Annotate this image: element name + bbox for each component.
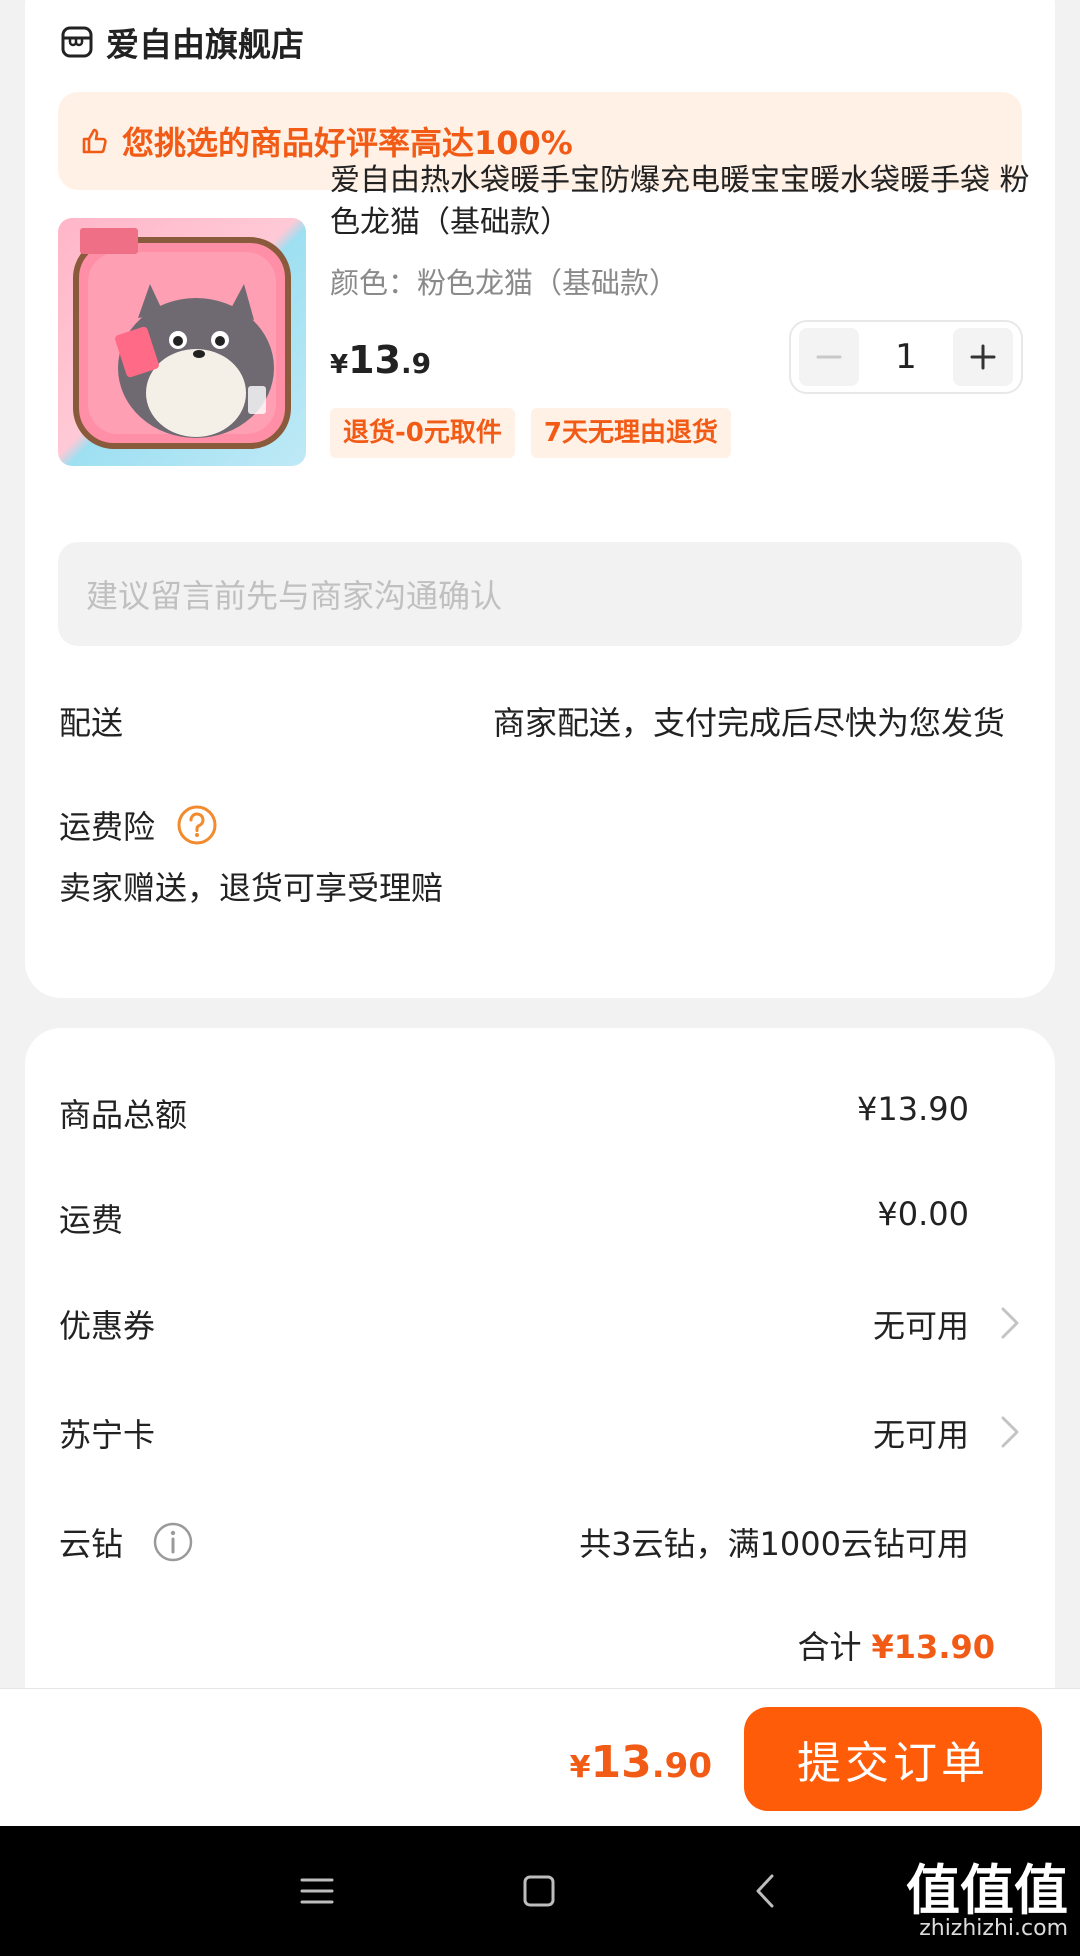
store-icon bbox=[61, 26, 93, 58]
decrease-button[interactable] bbox=[799, 328, 859, 386]
summary-value: ¥13.90 bbox=[857, 1090, 969, 1128]
summary-label: 运费 bbox=[59, 1201, 124, 1239]
chevron-right-icon bbox=[1001, 1307, 1019, 1339]
total-value: ¥13.90 bbox=[871, 1628, 995, 1666]
shipping-insurance-row: 运费险 bbox=[59, 802, 219, 848]
store-header[interactable]: 爱自由旗舰店 bbox=[60, 18, 304, 66]
store-name: 爱自由旗舰店 bbox=[106, 25, 304, 64]
product-spec[interactable]: 颜色：粉色龙猫（基础款） bbox=[330, 260, 678, 302]
shipping-insurance-desc: 卖家赠送，退货可享受理赔 bbox=[59, 869, 444, 907]
menu-icon[interactable] bbox=[290, 1864, 344, 1918]
product-price-dec: .9 bbox=[400, 347, 432, 380]
shipping-insurance-label: 运费险 bbox=[59, 808, 156, 846]
banner-text: 您挑选的商品好评率高达100% bbox=[122, 124, 573, 162]
delivery-value: 商家配送，支付完成后尽快为您发货 bbox=[492, 704, 1005, 742]
summary-value: 无可用 bbox=[872, 1416, 969, 1454]
product-price-int: 13 bbox=[348, 338, 401, 382]
home-icon[interactable] bbox=[512, 1864, 566, 1918]
quantity-stepper[interactable]: 1 bbox=[789, 320, 1023, 394]
checkout-price-symbol: ¥ bbox=[569, 1750, 591, 1785]
summary-label: 云钻 bbox=[59, 1525, 124, 1563]
back-icon[interactable] bbox=[740, 1864, 794, 1918]
checkout-bar: ¥13.90 提交订单 bbox=[0, 1688, 1080, 1826]
product-card: 爱自由旗舰店 您挑选的商品好评率高达100% 爱自由热水袋暖手宝防爆充电暖宝宝暖… bbox=[25, 0, 1055, 998]
chevron-right-icon bbox=[1001, 1416, 1019, 1448]
summary-label: 优惠券 bbox=[59, 1307, 156, 1345]
help-icon[interactable] bbox=[175, 803, 219, 847]
info-icon[interactable] bbox=[151, 1520, 195, 1564]
submit-order-button[interactable]: 提交订单 bbox=[744, 1707, 1042, 1811]
summary-value: 共3云钻，满1000云钻可用 bbox=[579, 1525, 969, 1563]
service-tag-return-pickup: 退货-0元取件 bbox=[330, 408, 515, 458]
message-input[interactable]: 建议留言前先与商家沟通确认 bbox=[58, 542, 1022, 646]
hot-water-bag-illustration bbox=[73, 237, 291, 449]
summary-row-coupon[interactable]: 优惠券 无可用 bbox=[59, 1301, 1029, 1351]
thumbs-up-icon bbox=[82, 128, 107, 154]
order-total: 合计 ¥13.90 bbox=[798, 1622, 996, 1668]
summary-label: 商品总额 bbox=[59, 1096, 188, 1134]
quantity-value[interactable]: 1 bbox=[895, 337, 917, 377]
delivery-label: 配送 bbox=[59, 704, 124, 742]
summary-row-suning-card[interactable]: 苏宁卡 无可用 bbox=[59, 1410, 1029, 1460]
product-image[interactable] bbox=[58, 218, 306, 466]
total-label: 合计 bbox=[797, 1628, 862, 1666]
increase-button[interactable] bbox=[952, 328, 1013, 386]
watermark-url: zhizhizhi.com bbox=[919, 1916, 1068, 1941]
checkout-price: ¥13.90 bbox=[570, 1737, 712, 1788]
watermark-logo: 值值值 bbox=[906, 1859, 1068, 1922]
plus-icon bbox=[970, 344, 996, 370]
summary-label: 苏宁卡 bbox=[59, 1416, 156, 1454]
checkout-price-dec: .90 bbox=[651, 1746, 712, 1786]
summary-row-shipping: 运费 ¥0.00 bbox=[59, 1195, 1029, 1245]
product-image-tag bbox=[80, 228, 138, 254]
summary-row-goods-total: 商品总额 ¥13.90 bbox=[59, 1090, 1029, 1140]
summary-label-with-icon: 云钻 bbox=[59, 1519, 195, 1565]
checkout-price-int: 13 bbox=[590, 1737, 652, 1788]
product-price-symbol: ¥ bbox=[330, 350, 349, 380]
system-nav-bar: 值值值 zhizhizhi.com bbox=[0, 1826, 1080, 1956]
minus-icon bbox=[816, 355, 842, 359]
order-confirm-page: 爱自由旗舰店 您挑选的商品好评率高达100% 爱自由热水袋暖手宝防爆充电暖宝宝暖… bbox=[0, 0, 1080, 1956]
summary-row-cloud-diamond: 云钻 共3云钻，满1000云钻可用 bbox=[59, 1519, 1029, 1569]
summary-value: 无可用 bbox=[872, 1307, 969, 1345]
product-title[interactable]: 爱自由热水袋暖手宝防爆充电暖宝宝暖水袋暖手袋 粉色龙猫（基础款） bbox=[330, 160, 1030, 244]
summary-value: ¥0.00 bbox=[877, 1195, 969, 1233]
service-tags: 退货-0元取件 7天无理由退货 bbox=[330, 408, 731, 458]
service-tag-7day-return: 7天无理由退货 bbox=[530, 408, 731, 458]
product-price: ¥13.9 bbox=[330, 338, 431, 382]
